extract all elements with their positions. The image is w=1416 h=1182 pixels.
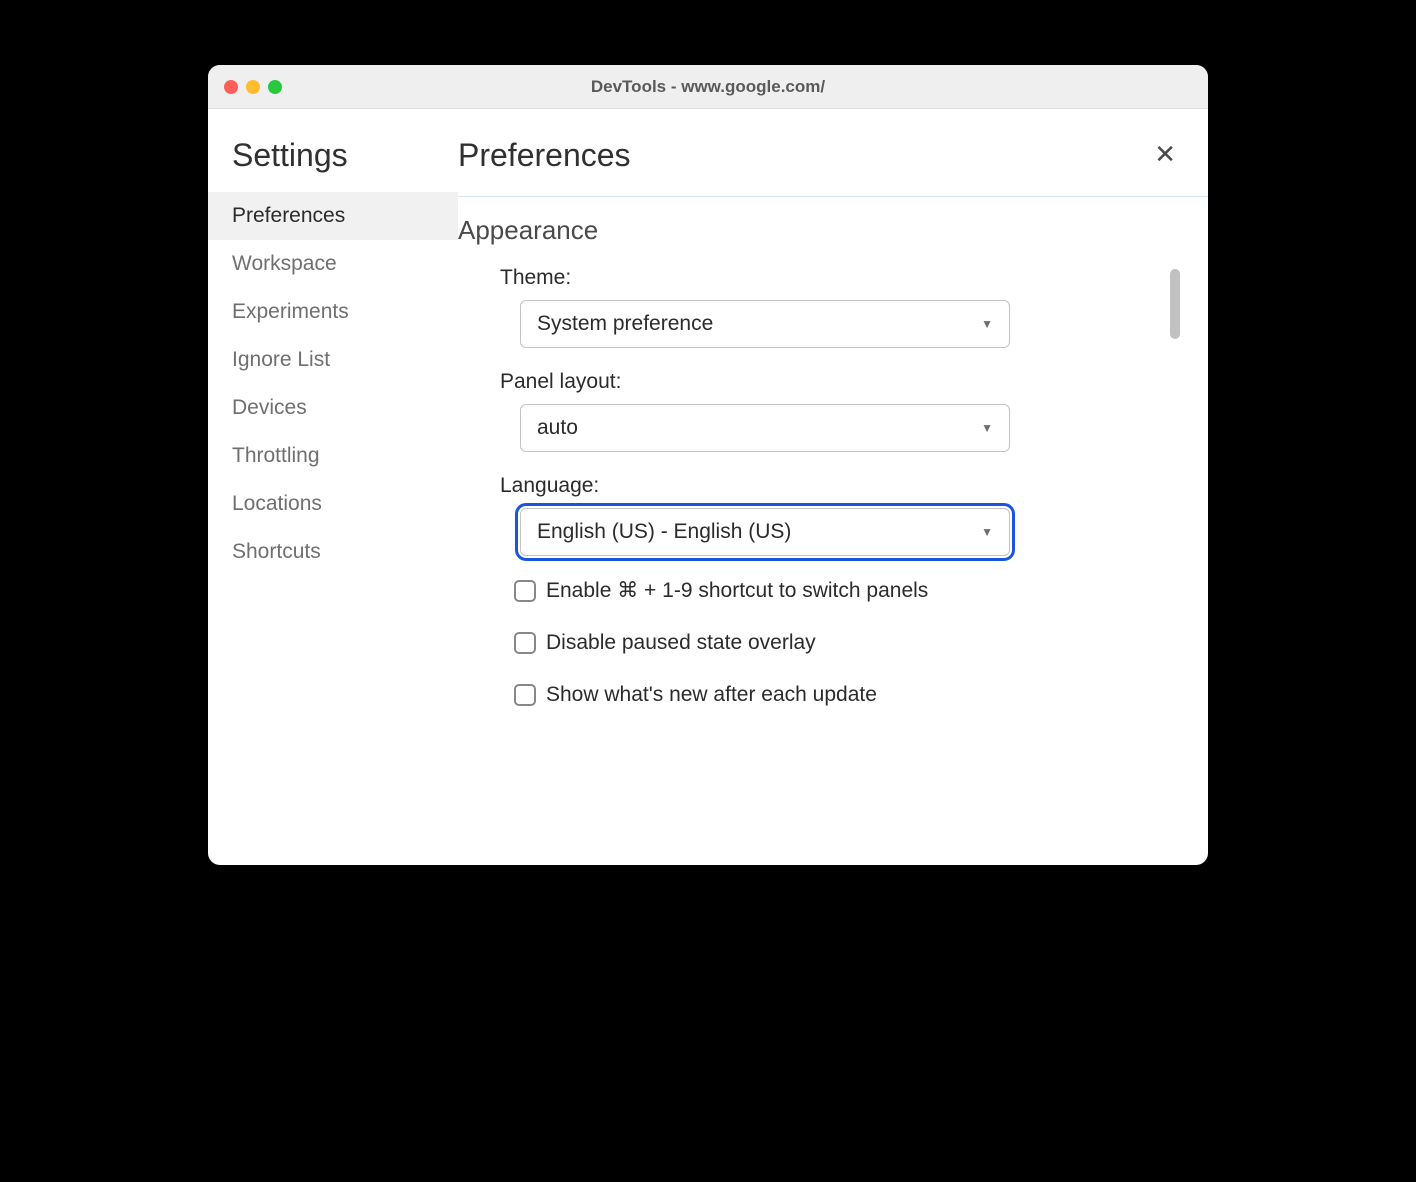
language-value: English (US) - English (US): [537, 520, 791, 544]
chevron-down-icon: ▼: [981, 317, 993, 331]
sidebar-item-label: Shortcuts: [232, 540, 321, 563]
language-select[interactable]: English (US) - English (US) ▼: [520, 508, 1010, 556]
chevron-down-icon: ▼: [981, 525, 993, 539]
chevron-down-icon: ▼: [981, 421, 993, 435]
section-title: Appearance: [458, 197, 1202, 266]
sidebar-item-shortcuts[interactable]: Shortcuts: [208, 528, 458, 576]
traffic-lights: [208, 80, 282, 94]
checkbox-whats-new: Show what's new after each update: [458, 683, 1202, 707]
sidebar-item-locations[interactable]: Locations: [208, 480, 458, 528]
panel-layout-select[interactable]: auto ▼: [520, 404, 1010, 452]
app-window: DevTools - www.google.com/ Settings Pref…: [208, 65, 1208, 865]
sidebar-item-label: Locations: [232, 492, 322, 515]
theme-select[interactable]: System preference ▼: [520, 300, 1010, 348]
scroll-area[interactable]: Appearance Theme: System preference ▼ Pa…: [458, 196, 1208, 854]
language-label: Language:: [500, 474, 1202, 498]
panel-layout-field: Panel layout: auto ▼: [458, 370, 1202, 452]
language-field: Language: English (US) - English (US) ▼: [458, 474, 1202, 556]
window-maximize-button[interactable]: [268, 80, 282, 94]
theme-label: Theme:: [500, 266, 1202, 290]
theme-field: Theme: System preference ▼: [458, 266, 1202, 348]
sidebar-item-preferences[interactable]: Preferences: [208, 192, 458, 240]
close-button[interactable]: ✕: [1146, 137, 1184, 171]
window-minimize-button[interactable]: [246, 80, 260, 94]
titlebar: DevTools - www.google.com/: [208, 65, 1208, 109]
sidebar-title: Settings: [208, 137, 458, 192]
checkbox-label: Enable ⌘ + 1-9 shortcut to switch panels: [546, 578, 928, 603]
sidebar-item-throttling[interactable]: Throttling: [208, 432, 458, 480]
main-header: Preferences ✕: [458, 137, 1208, 196]
panel-layout-label: Panel layout:: [500, 370, 1202, 394]
window-close-button[interactable]: [224, 80, 238, 94]
scrollbar-thumb[interactable]: [1170, 269, 1180, 339]
checkbox-label: Disable paused state overlay: [546, 631, 816, 655]
sidebar-item-label: Workspace: [232, 252, 337, 275]
checkbox-disable-paused: Disable paused state overlay: [458, 631, 1202, 655]
sidebar-item-workspace[interactable]: Workspace: [208, 240, 458, 288]
sidebar-item-label: Devices: [232, 396, 307, 419]
checkbox-input[interactable]: [514, 580, 536, 602]
page-title: Preferences: [458, 137, 631, 196]
close-icon: ✕: [1154, 139, 1176, 169]
checkbox-input[interactable]: [514, 684, 536, 706]
sidebar-item-devices[interactable]: Devices: [208, 384, 458, 432]
sidebar-item-ignore-list[interactable]: Ignore List: [208, 336, 458, 384]
sidebar-item-label: Preferences: [232, 204, 345, 227]
checkbox-input[interactable]: [514, 632, 536, 654]
checkbox-enable-shortcut: Enable ⌘ + 1-9 shortcut to switch panels: [458, 578, 1202, 603]
checkbox-label: Show what's new after each update: [546, 683, 877, 707]
theme-value: System preference: [537, 312, 713, 336]
sidebar-item-label: Throttling: [232, 444, 320, 467]
sidebar-item-label: Experiments: [232, 300, 349, 323]
main-panel: Preferences ✕ Appearance Theme: System p…: [458, 109, 1208, 865]
window-title: DevTools - www.google.com/: [208, 77, 1208, 97]
sidebar: Settings Preferences Workspace Experimen…: [208, 109, 458, 865]
content: Settings Preferences Workspace Experimen…: [208, 109, 1208, 865]
sidebar-item-label: Ignore List: [232, 348, 330, 371]
sidebar-item-experiments[interactable]: Experiments: [208, 288, 458, 336]
panel-layout-value: auto: [537, 416, 578, 440]
